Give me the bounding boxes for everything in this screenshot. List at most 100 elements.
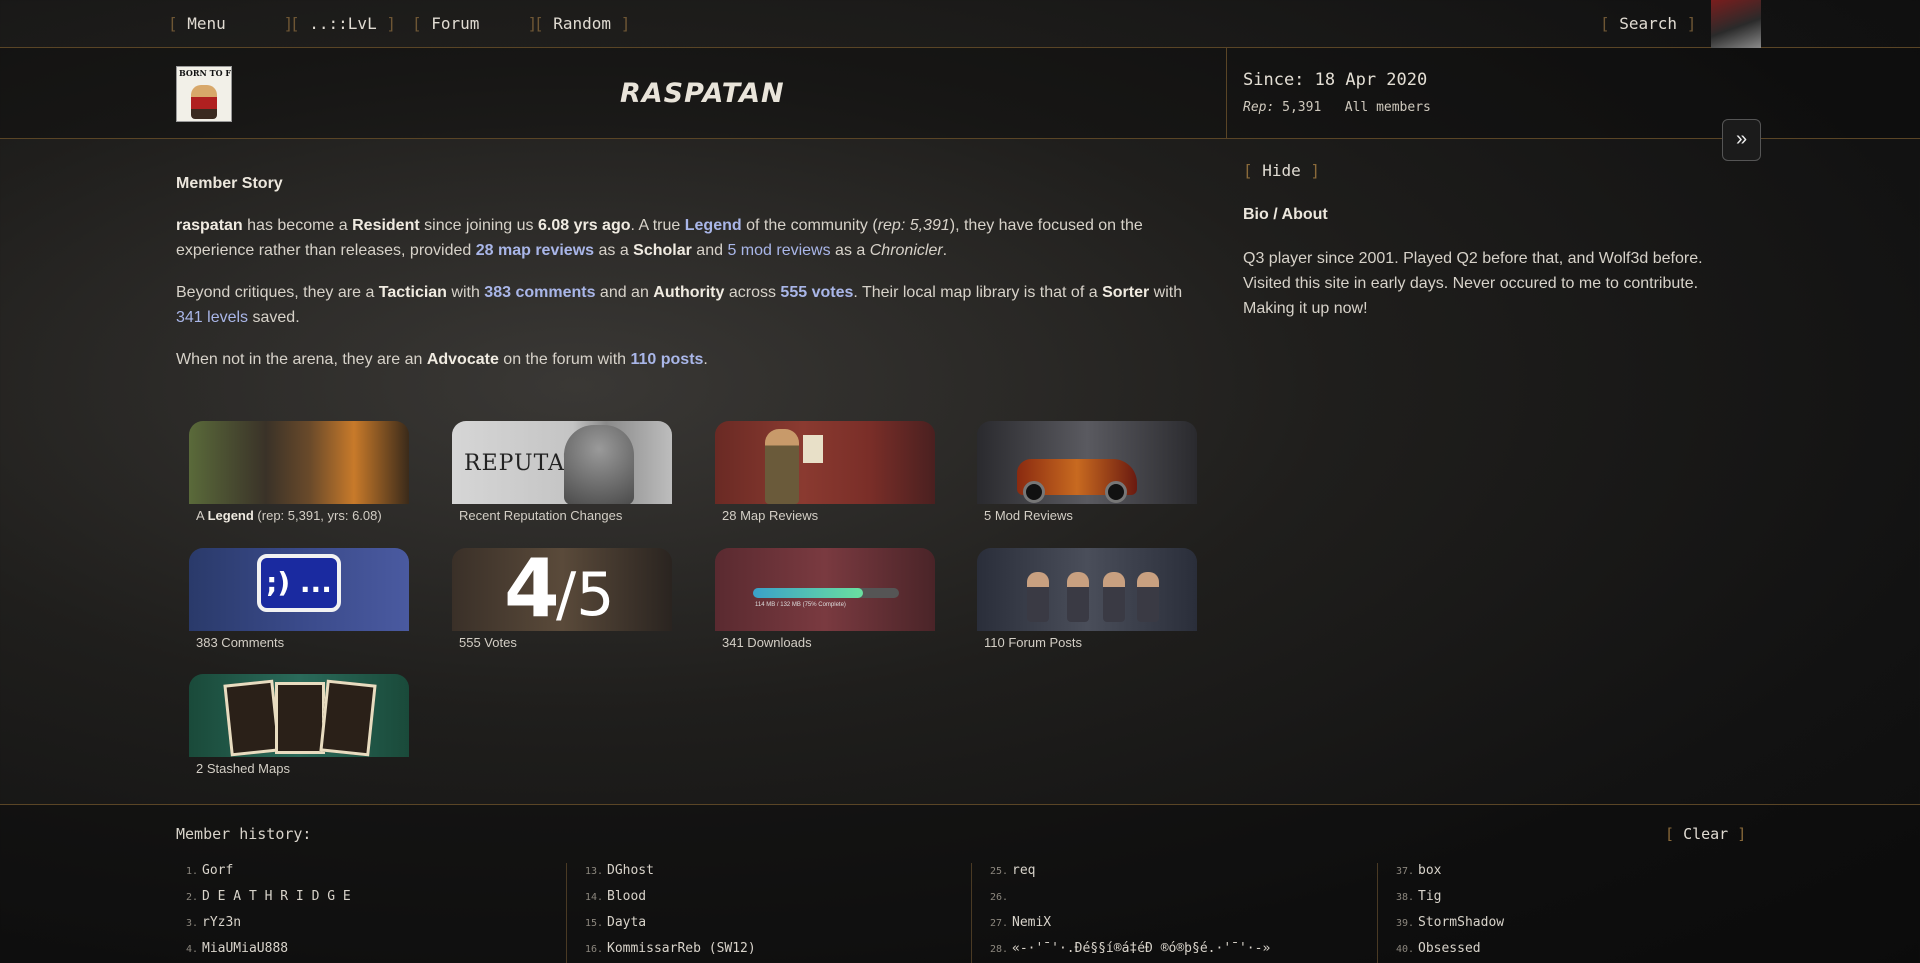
list-item[interactable]: 2. D E A T H R I D G E	[176, 889, 556, 915]
item-number: 13.	[584, 866, 603, 877]
card-reputation[interactable]: REPUTATION Recent Reputation Changes	[452, 421, 672, 523]
list-item[interactable]: 37. box	[1392, 863, 1772, 889]
card-votes-image: 4/5	[452, 548, 672, 631]
progress-label: 114 MB / 132 MB (75% Complete)	[755, 602, 846, 608]
rep-inline: rep: 5,391	[877, 217, 950, 234]
text: saved.	[248, 309, 300, 326]
speech-bubble-icon: ;) ...	[257, 554, 341, 612]
nav-random[interactable]: [ Random ]	[534, 14, 630, 33]
card-legend-caption: A Legend (rep: 5,391, yrs: 6.08)	[196, 508, 409, 523]
nav-random-label: Random	[553, 14, 612, 33]
progress-fill	[753, 588, 863, 598]
legend-link[interactable]: Legend	[685, 217, 742, 234]
levels-link[interactable]: 341 levels	[176, 309, 248, 326]
item-number: 28.	[989, 944, 1008, 955]
scholar: Scholar	[633, 242, 692, 259]
posts-link[interactable]: 110 posts	[630, 351, 703, 368]
card-votes[interactable]: 4/5 555 Votes	[452, 548, 672, 650]
text: . Their local map library is that of a	[853, 284, 1103, 301]
item-name: Gorf	[202, 863, 234, 878]
votes-link[interactable]: 555 votes	[780, 284, 853, 301]
card-map-reviews[interactable]: 28 Map Reviews	[715, 421, 935, 523]
card-comments[interactable]: ;) ... 383 Comments	[189, 548, 409, 650]
card-stashed-maps[interactable]: 2 Stashed Maps	[189, 674, 409, 776]
map-reviews-link[interactable]: 28 map reviews	[476, 242, 594, 259]
reviewer-figure	[765, 429, 799, 504]
sorter: Sorter	[1102, 284, 1150, 301]
list-item[interactable]: 28. «-·'¯'·.Ðé§§í®á‡éÐ ®ó®þ§é.·'¯'·-»	[986, 941, 1366, 963]
list-item[interactable]: 40. Obsessed	[1392, 941, 1772, 963]
list-item[interactable]: 38. Tig	[1392, 889, 1772, 915]
item-name: KommissarReb (SW12)	[607, 941, 756, 956]
card-mod-reviews[interactable]: 5 Mod Reviews	[977, 421, 1197, 523]
text: with	[1149, 284, 1183, 301]
item-name: Blood	[607, 889, 647, 904]
card-legend[interactable]: A Legend (rep: 5,391, yrs: 6.08)	[189, 421, 409, 523]
wheel	[1105, 481, 1127, 503]
profile-header	[0, 48, 1920, 139]
robot-figure	[564, 425, 634, 504]
text: has become a	[242, 217, 353, 234]
card-forum-posts[interactable]: 110 Forum Posts	[977, 548, 1197, 650]
card-downloads[interactable]: 114 MB / 132 MB (75% Complete) 341 Downl…	[715, 548, 935, 650]
item-number: 15.	[584, 918, 603, 929]
history-column-1: 1. Gorf 2. D E A T H R I D G E 3. rYz3n 4. M…	[176, 863, 556, 963]
bio-title: Bio / About	[1243, 206, 1328, 223]
card-stashed-maps-caption: 2 Stashed Maps	[196, 761, 290, 776]
list-item[interactable]: 16. KommissarReb (SW12)	[581, 941, 961, 963]
list-item[interactable]: 26.	[986, 889, 1366, 915]
nav-lvl-label: ..::LvL	[309, 14, 377, 33]
list-item[interactable]: 27. NemiX	[986, 915, 1366, 941]
text: of the community (	[741, 217, 878, 234]
text: and an	[595, 284, 654, 301]
comments-link[interactable]: 383 comments	[484, 284, 595, 301]
user-avatar[interactable]	[1711, 0, 1761, 48]
text: A	[196, 508, 208, 523]
item-number: 37.	[1395, 866, 1414, 877]
expand-panel-button[interactable]: »	[1722, 119, 1761, 161]
person-figure	[1027, 572, 1049, 622]
text: Beyond critiques, they are a	[176, 284, 379, 301]
wheel	[1023, 481, 1045, 503]
username-title: RASPATAN	[620, 78, 785, 109]
card-comments-caption: 383 Comments	[196, 635, 285, 650]
list-item[interactable]: 39. StormShadow	[1392, 915, 1772, 941]
all-members-link[interactable]: All members	[1345, 100, 1431, 115]
list-item[interactable]: 1. Gorf	[176, 863, 556, 889]
item-number: 39.	[1395, 918, 1414, 929]
list-item[interactable]: 4. MiaUMiaU888	[176, 941, 556, 963]
card-mod-reviews-image	[977, 421, 1197, 504]
tactician: Tactician	[378, 284, 447, 301]
nav-lvl[interactable]: [ ..::LvL ]	[290, 14, 396, 33]
list-item[interactable]: 14. Blood	[581, 889, 961, 915]
item-number: 38.	[1395, 892, 1414, 903]
item-name: MiaUMiaU888	[202, 941, 289, 956]
clear-button[interactable]: [ Clear ]	[1665, 825, 1746, 843]
logo-text: BORN TO FRAG	[179, 68, 232, 78]
column-divider	[566, 863, 567, 963]
map-card	[319, 679, 377, 757]
text: . A true	[630, 217, 685, 234]
nav-search[interactable]: [ Search ]	[1600, 14, 1696, 33]
text: and	[691, 242, 728, 259]
hide-button[interactable]: [ Hide ]	[1243, 161, 1320, 180]
rep-label: Rep:	[1243, 100, 1275, 115]
item-name: req	[1012, 863, 1036, 878]
item-number: 26.	[989, 892, 1008, 903]
text: as a	[594, 242, 634, 259]
mod-reviews-link[interactable]: 5 mod reviews	[727, 242, 830, 259]
nav-forum[interactable]: [ Forum ]	[412, 14, 537, 33]
list-item[interactable]: 15. Dayta	[581, 915, 961, 941]
list-item[interactable]: 3. rYz3n	[176, 915, 556, 941]
text: since joining us	[419, 217, 538, 234]
list-item[interactable]: 25. req	[986, 863, 1366, 889]
story-paragraph-2: Beyond critiques, they are a Tactician w…	[176, 280, 1212, 330]
card-map-reviews-caption: 28 Map Reviews	[722, 508, 819, 523]
card-map-reviews-image	[715, 421, 935, 504]
nav-menu[interactable]: [ Menu ]	[168, 14, 293, 33]
card-reputation-image: REPUTATION	[452, 421, 672, 504]
top-nav: [ Menu ] [ ..::LvL ] [ Forum ] [ Random …	[0, 0, 1920, 48]
member-logo: BORN TO FRAG	[176, 66, 232, 122]
list-item[interactable]: 13. DGhost	[581, 863, 961, 889]
advocate: Advocate	[426, 351, 499, 368]
